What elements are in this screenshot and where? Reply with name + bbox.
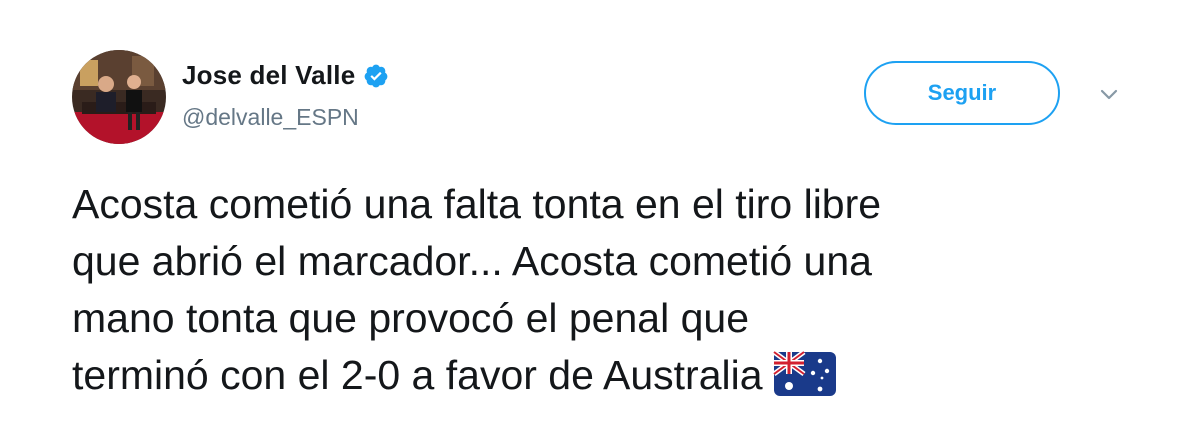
avatar[interactable] [72, 50, 166, 144]
tweet-text-line-content: terminó con el 2-0 a favor de Australia [72, 352, 763, 398]
australia-flag-icon [772, 350, 837, 397]
tweet-text-line: que abrió el marcador... Acosta cometió … [72, 238, 872, 284]
tweet-text-line: mano tonta que provocó el penal que [72, 295, 750, 341]
tweet-card: Jose del Valle @delvalle_ESPN Seguir Aco… [0, 0, 1200, 438]
follow-button[interactable]: Seguir [864, 61, 1060, 125]
tweet-text: Acosta cometió una falta tonta en el tir… [72, 176, 1152, 404]
author-name-row[interactable]: Jose del Valle [182, 60, 389, 91]
verified-badge-icon [363, 63, 389, 89]
tweet-text-line: Acosta cometió una falta tonta en el tir… [72, 181, 882, 227]
tweet-text-line-last: terminó con el 2-0 a favor de Australia [72, 347, 1152, 404]
chevron-down-icon[interactable] [1096, 84, 1122, 104]
author-handle[interactable]: @delvalle_ESPN [182, 104, 359, 131]
author-display-name[interactable]: Jose del Valle [182, 60, 355, 91]
